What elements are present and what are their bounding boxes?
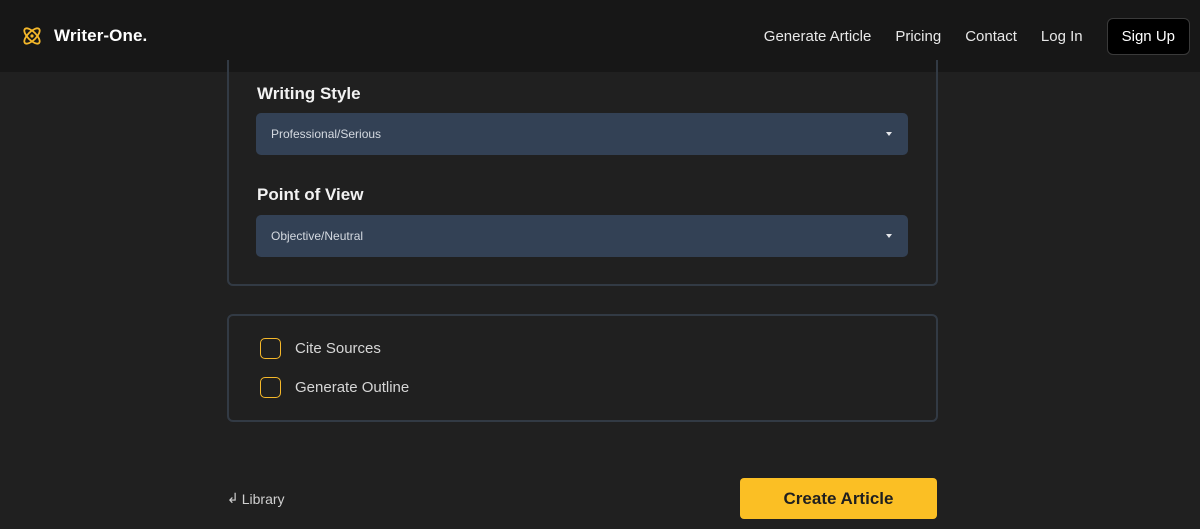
chevron-down-icon [886, 132, 892, 136]
cite-sources-option[interactable]: Cite Sources [260, 338, 381, 359]
point-of-view-value: Objective/Neutral [271, 229, 364, 243]
nav-pricing[interactable]: Pricing [895, 28, 941, 45]
cite-sources-label: Cite Sources [295, 340, 381, 357]
chevron-down-icon [886, 234, 892, 238]
point-of-view-label: Point of View [257, 185, 364, 204]
options-card: Cite Sources Generate Outline [227, 314, 938, 422]
nav-generate-article[interactable]: Generate Article [764, 28, 872, 45]
writing-style-value: Professional/Serious [271, 127, 382, 141]
cite-sources-checkbox[interactable] [260, 338, 281, 359]
atom-icon [20, 24, 44, 48]
return-arrow-icon: ↲ [227, 490, 239, 506]
writing-style-select[interactable]: Professional/Serious [256, 113, 908, 155]
nav-contact[interactable]: Contact [965, 28, 1017, 45]
create-article-button[interactable]: Create Article [740, 478, 937, 519]
generate-outline-option[interactable]: Generate Outline [260, 377, 409, 398]
nav-log-in[interactable]: Log In [1041, 28, 1083, 45]
writing-style-label: Writing Style [257, 84, 361, 103]
library-link[interactable]: ↲ Library [227, 490, 285, 507]
library-label: Library [241, 490, 285, 507]
nav-links: Generate Article Pricing Contact Log In … [764, 17, 1190, 55]
sign-up-button[interactable]: Sign Up [1106, 17, 1190, 55]
generate-outline-checkbox[interactable] [260, 377, 281, 398]
point-of-view-select[interactable]: Objective/Neutral [256, 215, 908, 257]
brand-name: Writer-One. [54, 26, 148, 45]
brand[interactable]: Writer-One. [20, 24, 147, 48]
settings-card: Writing Style Professional/Serious Point… [227, 60, 938, 286]
generate-outline-label: Generate Outline [295, 379, 410, 396]
